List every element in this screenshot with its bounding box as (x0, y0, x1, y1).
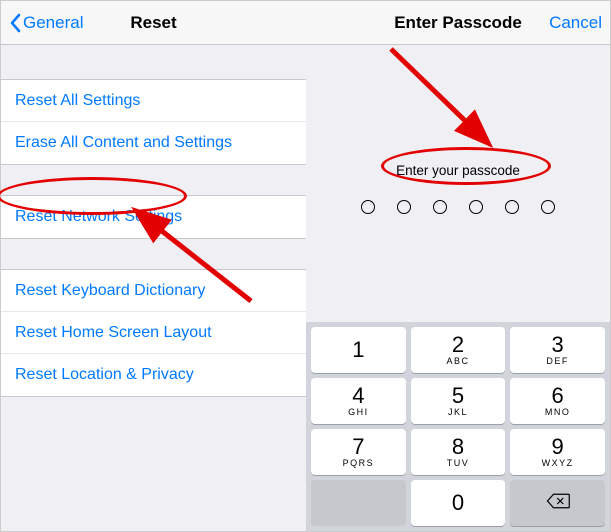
settings-group: Reset Keyboard Dictionary Reset Home Scr… (1, 269, 306, 397)
key-letters: PQRS (343, 458, 375, 468)
erase-all-content[interactable]: Erase All Content and Settings (1, 122, 306, 164)
key-digit: 6 (552, 385, 564, 407)
backspace-icon (546, 492, 570, 515)
settings-group: Reset Network Settings (1, 195, 306, 239)
key-letters: MNO (545, 407, 571, 417)
passcode-body: Enter your passcode (306, 45, 610, 322)
back-label: General (23, 13, 83, 33)
passcode-prompt: Enter your passcode (396, 163, 520, 178)
key-8[interactable]: 8 TUV (411, 429, 506, 475)
back-button[interactable]: General (1, 1, 91, 45)
key-digit: 4 (352, 385, 364, 407)
key-5[interactable]: 5 JKL (411, 378, 506, 424)
key-digit: 0 (452, 492, 464, 514)
key-letters: GHI (348, 407, 369, 417)
reset-network-settings[interactable]: Reset Network Settings (1, 196, 306, 238)
key-letters: TUV (447, 458, 470, 468)
passcode-dot (541, 200, 555, 214)
key-letters: JKL (448, 407, 468, 417)
key-3[interactable]: 3 DEF (510, 327, 605, 373)
passcode-dot (397, 200, 411, 214)
key-digit: 7 (352, 436, 364, 458)
key-6[interactable]: 6 MNO (510, 378, 605, 424)
navbar-left: General Reset (1, 1, 306, 45)
key-digit: 5 (452, 385, 464, 407)
passcode-pane: Enter Passcode Cancel Enter your passcod… (306, 1, 610, 531)
chevron-left-icon (9, 13, 21, 33)
reset-settings-pane: General Reset Reset All Settings Erase A… (1, 1, 306, 531)
key-digit: 1 (352, 339, 364, 361)
settings-group: Reset All Settings Erase All Content and… (1, 79, 306, 165)
passcode-dot (505, 200, 519, 214)
key-4[interactable]: 4 GHI (311, 378, 406, 424)
key-letters: WXYZ (542, 458, 574, 468)
key-letters: ABC (446, 356, 469, 366)
cancel-button[interactable]: Cancel (541, 1, 610, 45)
navbar-right: Enter Passcode Cancel (306, 1, 610, 45)
key-9[interactable]: 9 WXYZ (510, 429, 605, 475)
key-2[interactable]: 2 ABC (411, 327, 506, 373)
key-digit: 8 (452, 436, 464, 458)
reset-home-screen-layout[interactable]: Reset Home Screen Layout (1, 312, 306, 354)
passcode-dot (361, 200, 375, 214)
passcode-dots (361, 200, 555, 214)
reset-all-settings[interactable]: Reset All Settings (1, 80, 306, 122)
key-digit: 2 (452, 334, 464, 356)
key-digit: 3 (552, 334, 564, 356)
passcode-dot (433, 200, 447, 214)
key-digit: 9 (552, 436, 564, 458)
key-letters: DEF (546, 356, 569, 366)
reset-keyboard-dictionary[interactable]: Reset Keyboard Dictionary (1, 270, 306, 312)
key-blank (311, 480, 406, 526)
key-0[interactable]: 0 (411, 480, 506, 526)
numeric-keypad: 1 2 ABC 3 DEF 4 GHI 5 JKL 6 MNO 7 PQRS 8 (306, 322, 610, 531)
key-backspace[interactable] (510, 480, 605, 526)
key-7[interactable]: 7 PQRS (311, 429, 406, 475)
reset-location-privacy[interactable]: Reset Location & Privacy (1, 354, 306, 396)
passcode-dot (469, 200, 483, 214)
key-1[interactable]: 1 (311, 327, 406, 373)
